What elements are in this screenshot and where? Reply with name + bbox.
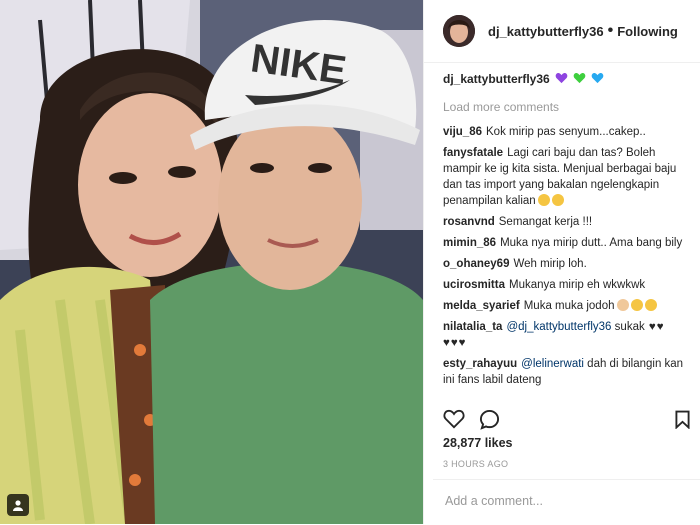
user-tag-icon[interactable] — [7, 494, 29, 516]
post-sidebar: dj_kattybutterfly36 • Following dj_katty… — [423, 0, 700, 524]
post-timestamp[interactable]: 3 HOURS AGO — [443, 459, 508, 469]
post-photo[interactable]: NIKE — [0, 0, 423, 524]
comment-text: Mukanya mirip eh wkwkwk — [509, 279, 646, 291]
comment-username[interactable]: melda_syarief — [443, 300, 520, 312]
comment-text: Muka nya mirip dutt.. Ama bang bily — [500, 237, 683, 249]
comment-item: viju_86 Kok mirip pas senyum...cakep.. — [443, 124, 692, 140]
comment-item: rosanvnd Semangat kerja !!! — [443, 214, 692, 230]
load-more-comments-link[interactable]: Load more comments — [443, 99, 692, 115]
comment-username[interactable]: ucirosmitta — [443, 279, 505, 291]
comment-username[interactable]: mimin_86 — [443, 237, 496, 249]
comment-bubble-icon[interactable] — [479, 409, 500, 430]
comments-list[interactable]: dj_kattybutterfly36 Load more comments v… — [443, 71, 692, 399]
blue-heart-icon — [591, 73, 604, 84]
comment-item: esty_rahayuu @lelinerwati dah di bilangin… — [443, 356, 692, 388]
caption: dj_kattybutterfly36 — [443, 71, 692, 88]
bookmark-icon[interactable] — [675, 410, 690, 429]
comment-item: ucirosmitta Mukanya mirip eh wkwkwk — [443, 277, 692, 293]
caption-username[interactable]: dj_kattybutterfly36 — [443, 72, 550, 86]
comment-item: fanysfatale Lagi cari baju dan tas? Boleh… — [443, 145, 692, 209]
comment-username[interactable]: nilatalia_ta — [443, 321, 502, 333]
author-username[interactable]: dj_kattybutterfly36 — [488, 24, 604, 39]
avatar[interactable] — [443, 15, 475, 47]
like-heart-icon[interactable] — [443, 409, 465, 429]
comment-username[interactable]: viju_86 — [443, 126, 482, 138]
grin-emoji-icon — [551, 194, 564, 206]
action-bar — [443, 405, 690, 433]
hand-emoji-icon — [616, 299, 629, 311]
comment-item: mimin_86 Muka nya mirip dutt.. Ama bang b… — [443, 235, 692, 251]
comment-username[interactable]: o_ohaney69 — [443, 258, 509, 270]
green-heart-icon — [573, 73, 586, 84]
comment-text: Muka muka jodoh — [523, 300, 615, 312]
comment-text: sukak — [614, 321, 645, 333]
comment-text: Semangat kerja !!! — [498, 216, 593, 228]
comment-mention[interactable]: @dj_kattybutterfly36 — [506, 321, 611, 333]
comment-item: o_ohaney69 Weh mirip loh. — [443, 256, 692, 272]
comment-item: melda_syarief Muka muka jodoh — [443, 298, 692, 314]
comment-username[interactable]: esty_rahayuu — [443, 358, 517, 370]
selfie-image: NIKE — [0, 0, 423, 524]
comment-mention[interactable]: @lelinerwati — [521, 358, 584, 370]
smile-emoji-icon — [537, 194, 550, 206]
likes-count[interactable]: 28,877 likes — [443, 436, 513, 450]
comment-text: Weh mirip loh. — [513, 258, 587, 270]
comment-box — [433, 479, 700, 525]
header-separator: • — [607, 22, 614, 39]
sweat-smile-emoji-icon — [630, 299, 643, 311]
comment-text: Kok mirip pas senyum...cakep.. — [486, 126, 646, 138]
comment-item: nilatalia_ta @dj_kattybutterfly36 sukak ♥… — [443, 319, 692, 351]
comment-username[interactable]: fanysfatale — [443, 147, 503, 159]
grimace-emoji-icon — [644, 299, 657, 311]
comment-input[interactable] — [443, 493, 687, 509]
purple-heart-icon — [555, 73, 568, 84]
post-header: dj_kattybutterfly36 • Following — [424, 0, 700, 63]
following-button[interactable]: Following — [617, 24, 678, 39]
comment-username[interactable]: rosanvnd — [443, 216, 495, 228]
